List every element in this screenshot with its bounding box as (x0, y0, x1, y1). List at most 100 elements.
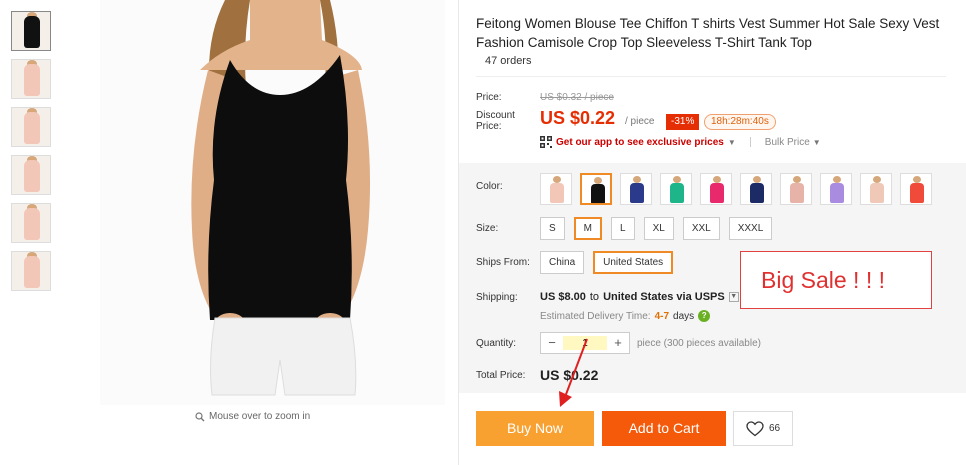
wishlist-count: 66 (768, 423, 781, 434)
swatch-garment (790, 183, 804, 203)
ships-from-option[interactable]: United States (593, 251, 674, 274)
zoom-hint: Mouse over to zoom in (195, 411, 310, 422)
swatch-garment (870, 183, 884, 203)
magnifier-icon (195, 411, 205, 421)
discount-price-label-line2: Price: (476, 121, 502, 132)
swatch-garment (670, 183, 684, 203)
color-swatch[interactable] (860, 173, 892, 205)
main-product-image[interactable] (100, 0, 445, 405)
discount-price: US $0.22 (540, 108, 616, 128)
thumbnail-image[interactable] (11, 107, 51, 147)
swatch-garment (830, 183, 844, 203)
total-price-label: Total Price: (476, 370, 526, 381)
size-option[interactable]: S (540, 217, 565, 240)
chevron-down-icon[interactable]: ▼ (728, 292, 739, 302)
color-swatch[interactable] (620, 173, 652, 205)
color-swatch[interactable] (700, 173, 732, 205)
swatch-garment (750, 183, 764, 203)
shipping-destination: United States via USPS (603, 291, 725, 303)
thumbnail-garment (24, 256, 40, 288)
size-option[interactable]: L (611, 217, 635, 240)
swatch-garment (910, 183, 924, 203)
quantity-label: Quantity: (476, 338, 517, 349)
title-divider (476, 76, 946, 77)
discount-badge: -31% (666, 114, 700, 130)
shipping-to: to (589, 291, 600, 303)
shipping-cost: US $8.00 (540, 291, 586, 303)
thumbnail-image[interactable] (11, 251, 51, 291)
thumbnail-garment (24, 64, 40, 96)
color-swatch[interactable] (660, 173, 692, 205)
swatch-head (833, 176, 841, 183)
size-option[interactable]: M (573, 217, 603, 240)
color-swatches (540, 173, 932, 205)
swatch-head (594, 177, 602, 184)
color-label: Color: (476, 181, 503, 192)
swatch-garment (630, 183, 644, 203)
increase-quantity-button[interactable]: + (607, 333, 629, 353)
original-price: US $0.32 / piece (540, 92, 614, 103)
ships-from-options: China United States (540, 251, 674, 274)
estimated-delivery-label: Estimated Delivery Time: (540, 310, 651, 322)
thumbnail-image[interactable] (11, 155, 51, 195)
thumbnail-garment (24, 16, 40, 48)
color-swatch[interactable] (540, 173, 572, 205)
help-icon[interactable]: ? (698, 310, 711, 322)
separator (749, 137, 751, 147)
estimated-delivery: Estimated Delivery Time: 4-7 days ? (540, 310, 711, 322)
color-swatch[interactable] (740, 173, 772, 205)
thumbnail-garment (24, 160, 40, 192)
bulk-price-label: Bulk Price (764, 136, 810, 148)
countdown-timer: 18h:28m:40s (704, 114, 776, 130)
orders-count: 47 orders (485, 55, 532, 67)
product-photo (100, 0, 445, 405)
app-promo-link[interactable]: Get our app to see exclusive prices (556, 137, 724, 148)
chevron-down-icon[interactable]: ▼ (728, 138, 736, 147)
swatch-head (793, 176, 801, 183)
add-to-cart-button[interactable]: Add to Cart (602, 411, 726, 446)
delivery-days-range: 4-7 (654, 310, 670, 322)
wishlist-button[interactable]: 66 (733, 411, 793, 446)
price-unit: / piece (625, 116, 655, 127)
price-label: Price: (476, 92, 502, 103)
app-promo-row: Get our app to see exclusive prices ▼ Bu… (540, 136, 821, 148)
color-swatch[interactable] (900, 173, 932, 205)
swatch-head (913, 176, 921, 183)
thumbnail-image[interactable] (11, 11, 51, 51)
size-option[interactable]: XL (643, 217, 674, 240)
size-option[interactable]: XXXL (728, 217, 773, 240)
color-swatch[interactable] (580, 173, 612, 205)
buy-now-button[interactable]: Buy Now (476, 411, 594, 446)
quantity-availability: piece (300 pieces available) (637, 338, 761, 349)
color-swatch[interactable] (780, 173, 812, 205)
heart-icon (746, 420, 764, 436)
delivery-days-word: days (673, 310, 695, 322)
annotation-arrow-icon (559, 338, 588, 407)
swatch-head (713, 176, 721, 183)
swatch-head (553, 176, 561, 183)
size-options: S M L XL XXL XXXL (540, 217, 773, 240)
thumbnail-image[interactable] (11, 203, 51, 243)
shipping-label: Shipping: (476, 292, 518, 303)
size-label: Size: (476, 223, 499, 234)
swatch-head (753, 176, 761, 183)
ships-from-option[interactable]: China (540, 251, 585, 274)
big-sale-annotation: Big Sale ! ! ! (740, 251, 932, 309)
thumbnail-image[interactable] (11, 59, 51, 99)
color-swatch[interactable] (820, 173, 852, 205)
swatch-garment (710, 183, 724, 203)
swatch-head (873, 176, 881, 183)
product-title: Feitong Women Blouse Tee Chiffon T shirt… (476, 16, 940, 50)
swatch-head (673, 176, 681, 183)
thumbnail-garment (24, 112, 40, 144)
chevron-down-icon: ▼ (812, 137, 821, 147)
thumbnail-list (11, 11, 53, 299)
size-option[interactable]: XXL (682, 217, 720, 240)
swatch-garment (550, 183, 564, 203)
qr-code-icon (540, 136, 552, 148)
thumbnail-garment (24, 208, 40, 240)
ships-from-label: Ships From: (476, 257, 530, 268)
shipping-info: US $8.00 to United States via USPS ▼ (540, 291, 739, 303)
bulk-price-dropdown[interactable]: Bulk Price ▼ (765, 137, 821, 148)
swatch-garment (591, 184, 605, 203)
